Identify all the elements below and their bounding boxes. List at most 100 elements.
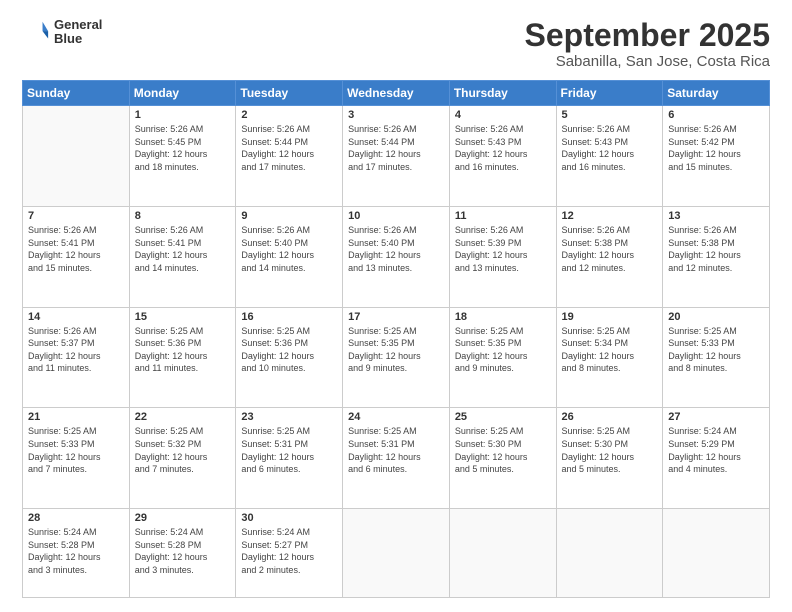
day-number: 23: [241, 411, 337, 423]
calendar-cell: 28 Sunrise: 5:24 AM Sunset: 5:28 PM Dayli…: [23, 509, 130, 598]
calendar-cell: 4Sunrise: 5:26 AM Sunset: 5:43 PM Daylig…: [449, 106, 556, 207]
day-info: Sunrise: 5:26 AM Sunset: 5:44 PM Dayligh…: [348, 123, 444, 173]
day-info: Sunrise: 5:26 AM Sunset: 5:39 PM Dayligh…: [455, 224, 551, 274]
calendar-week-row: 28 Sunrise: 5:24 AM Sunset: 5:28 PM Dayli…: [23, 509, 770, 598]
day-info: Sunrise: 5:24 AM Sunset: 5:28 PM Dayligh…: [135, 526, 231, 576]
title-block: September 2025 Sabanilla, San Jose, Cost…: [525, 18, 770, 70]
day-number: 6: [668, 109, 764, 121]
day-info: Sunrise: 5:25 AM Sunset: 5:36 PM Dayligh…: [241, 325, 337, 375]
day-info: Sunrise: 5:26 AM Sunset: 5:40 PM Dayligh…: [241, 224, 337, 274]
day-number: 29: [135, 512, 231, 524]
calendar-cell: 24 Sunrise: 5:25 AM Sunset: 5:31 PM Dayli…: [343, 408, 450, 509]
calendar-cell: 18Sunrise: 5:25 AM Sunset: 5:35 PM Dayli…: [449, 307, 556, 408]
calendar-cell: 25 Sunrise: 5:25 AM Sunset: 5:30 PM Dayli…: [449, 408, 556, 509]
day-info: Sunrise: 5:26 AM Sunset: 5:41 PM Dayligh…: [135, 224, 231, 274]
day-number: 19: [562, 311, 658, 323]
day-number: 4: [455, 109, 551, 121]
header: General Blue September 2025 Sabanilla, S…: [22, 18, 770, 70]
calendar-cell: [23, 106, 130, 207]
calendar-cell: 29 Sunrise: 5:24 AM Sunset: 5:28 PM Dayli…: [129, 509, 236, 598]
calendar-cell: [449, 509, 556, 598]
calendar-cell: 6 Sunrise: 5:26 AM Sunset: 5:42 PM Daylig…: [663, 106, 770, 207]
logo-line1: General: [54, 18, 102, 32]
day-info: Sunrise: 5:24 AM Sunset: 5:27 PM Dayligh…: [241, 526, 337, 576]
day-info: Sunrise: 5:25 AM Sunset: 5:33 PM Dayligh…: [28, 425, 124, 475]
calendar-cell: 17 Sunrise: 5:25 AM Sunset: 5:35 PM Dayli…: [343, 307, 450, 408]
calendar-week-row: 1 Sunrise: 5:26 AM Sunset: 5:45 PM Daylig…: [23, 106, 770, 207]
day-info: Sunrise: 5:24 AM Sunset: 5:29 PM Dayligh…: [668, 425, 764, 475]
day-number: 9: [241, 210, 337, 222]
day-info: Sunrise: 5:26 AM Sunset: 5:43 PM Dayligh…: [562, 123, 658, 173]
day-info: Sunrise: 5:25 AM Sunset: 5:31 PM Dayligh…: [241, 425, 337, 475]
calendar-cell: 12Sunrise: 5:26 AM Sunset: 5:38 PM Dayli…: [556, 206, 663, 307]
calendar-cell: 21 Sunrise: 5:25 AM Sunset: 5:33 PM Dayli…: [23, 408, 130, 509]
calendar-title: September 2025: [525, 18, 770, 53]
day-number: 24: [348, 411, 444, 423]
calendar-table: SundayMondayTuesdayWednesdayThursdayFrid…: [22, 80, 770, 598]
day-number: 21: [28, 411, 124, 423]
day-number: 3: [348, 109, 444, 121]
calendar-cell: [343, 509, 450, 598]
day-number: 25: [455, 411, 551, 423]
calendar-subtitle: Sabanilla, San Jose, Costa Rica: [525, 53, 770, 70]
calendar-cell: 14 Sunrise: 5:26 AM Sunset: 5:37 PM Dayli…: [23, 307, 130, 408]
calendar-cell: 7 Sunrise: 5:26 AM Sunset: 5:41 PM Daylig…: [23, 206, 130, 307]
logo-line2: Blue: [54, 32, 102, 46]
day-number: 5: [562, 109, 658, 121]
day-number: 17: [348, 311, 444, 323]
weekday-header: Friday: [556, 81, 663, 106]
day-info: Sunrise: 5:26 AM Sunset: 5:40 PM Dayligh…: [348, 224, 444, 274]
day-info: Sunrise: 5:26 AM Sunset: 5:44 PM Dayligh…: [241, 123, 337, 173]
calendar-cell: 30 Sunrise: 5:24 AM Sunset: 5:27 PM Dayli…: [236, 509, 343, 598]
calendar-cell: [663, 509, 770, 598]
day-number: 26: [562, 411, 658, 423]
day-info: Sunrise: 5:26 AM Sunset: 5:42 PM Dayligh…: [668, 123, 764, 173]
day-info: Sunrise: 5:25 AM Sunset: 5:31 PM Dayligh…: [348, 425, 444, 475]
calendar-week-row: 14 Sunrise: 5:26 AM Sunset: 5:37 PM Dayli…: [23, 307, 770, 408]
day-number: 1: [135, 109, 231, 121]
calendar-week-row: 7 Sunrise: 5:26 AM Sunset: 5:41 PM Daylig…: [23, 206, 770, 307]
day-number: 18: [455, 311, 551, 323]
day-number: 12: [562, 210, 658, 222]
day-info: Sunrise: 5:25 AM Sunset: 5:35 PM Dayligh…: [348, 325, 444, 375]
day-info: Sunrise: 5:26 AM Sunset: 5:37 PM Dayligh…: [28, 325, 124, 375]
day-number: 14: [28, 311, 124, 323]
day-number: 13: [668, 210, 764, 222]
day-info: Sunrise: 5:25 AM Sunset: 5:30 PM Dayligh…: [455, 425, 551, 475]
weekday-header: Thursday: [449, 81, 556, 106]
calendar-cell: 27Sunrise: 5:24 AM Sunset: 5:29 PM Dayli…: [663, 408, 770, 509]
day-number: 11: [455, 210, 551, 222]
day-number: 2: [241, 109, 337, 121]
logo-icon: [22, 18, 50, 46]
calendar-cell: 23 Sunrise: 5:25 AM Sunset: 5:31 PM Dayli…: [236, 408, 343, 509]
day-number: 28: [28, 512, 124, 524]
day-info: Sunrise: 5:24 AM Sunset: 5:28 PM Dayligh…: [28, 526, 124, 576]
calendar-cell: 19 Sunrise: 5:25 AM Sunset: 5:34 PM Dayli…: [556, 307, 663, 408]
day-number: 8: [135, 210, 231, 222]
weekday-header: Monday: [129, 81, 236, 106]
calendar-cell: 20Sunrise: 5:25 AM Sunset: 5:33 PM Dayli…: [663, 307, 770, 408]
calendar-cell: [556, 509, 663, 598]
day-number: 30: [241, 512, 337, 524]
day-number: 20: [668, 311, 764, 323]
day-number: 15: [135, 311, 231, 323]
day-info: Sunrise: 5:25 AM Sunset: 5:30 PM Dayligh…: [562, 425, 658, 475]
day-number: 16: [241, 311, 337, 323]
weekday-header: Saturday: [663, 81, 770, 106]
day-info: Sunrise: 5:25 AM Sunset: 5:32 PM Dayligh…: [135, 425, 231, 475]
calendar-cell: 11 Sunrise: 5:26 AM Sunset: 5:39 PM Dayli…: [449, 206, 556, 307]
page: General Blue September 2025 Sabanilla, S…: [0, 0, 792, 612]
weekday-header-row: SundayMondayTuesdayWednesdayThursdayFrid…: [23, 81, 770, 106]
calendar-cell: 3 Sunrise: 5:26 AM Sunset: 5:44 PM Daylig…: [343, 106, 450, 207]
calendar-cell: 13 Sunrise: 5:26 AM Sunset: 5:38 PM Dayli…: [663, 206, 770, 307]
calendar-cell: 1 Sunrise: 5:26 AM Sunset: 5:45 PM Daylig…: [129, 106, 236, 207]
calendar-cell: 10Sunrise: 5:26 AM Sunset: 5:40 PM Dayli…: [343, 206, 450, 307]
calendar-cell: 15Sunrise: 5:25 AM Sunset: 5:36 PM Dayli…: [129, 307, 236, 408]
day-info: Sunrise: 5:25 AM Sunset: 5:34 PM Dayligh…: [562, 325, 658, 375]
logo: General Blue: [22, 18, 102, 47]
day-number: 7: [28, 210, 124, 222]
day-info: Sunrise: 5:26 AM Sunset: 5:38 PM Dayligh…: [668, 224, 764, 274]
day-info: Sunrise: 5:26 AM Sunset: 5:45 PM Dayligh…: [135, 123, 231, 173]
calendar-cell: 22Sunrise: 5:25 AM Sunset: 5:32 PM Dayli…: [129, 408, 236, 509]
day-info: Sunrise: 5:26 AM Sunset: 5:41 PM Dayligh…: [28, 224, 124, 274]
